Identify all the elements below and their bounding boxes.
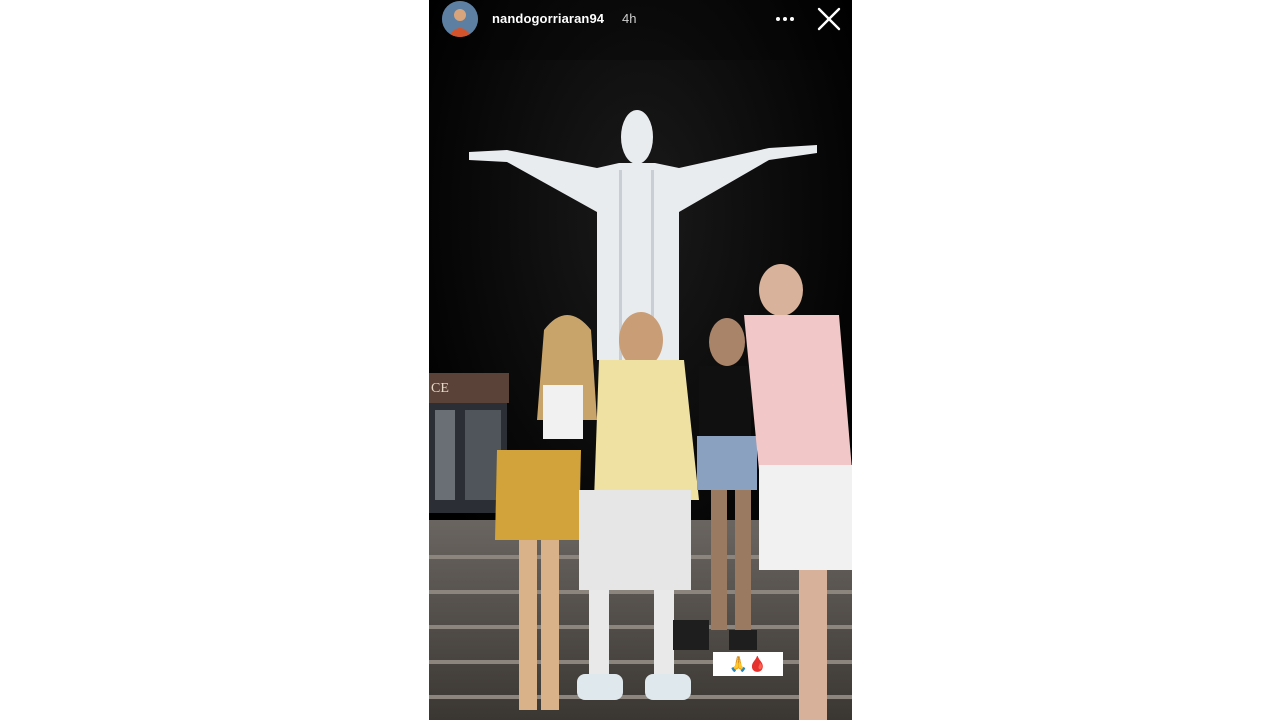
post-timestamp: 4h (622, 11, 637, 26)
svg-text:CE: CE (431, 381, 449, 396)
username[interactable]: nandogorriaran94 (492, 11, 604, 26)
story-header: nandogorriaran94 4h (429, 0, 852, 40)
story-photo: CE (429, 0, 852, 720)
more-options-icon[interactable] (774, 8, 796, 30)
user-avatar[interactable] (442, 1, 478, 37)
story-viewer[interactable]: CE nandogorriaran94 4h 🙏🩸 (429, 0, 852, 720)
emoji-sticker: 🙏🩸 (713, 652, 783, 676)
close-icon[interactable] (816, 6, 842, 32)
